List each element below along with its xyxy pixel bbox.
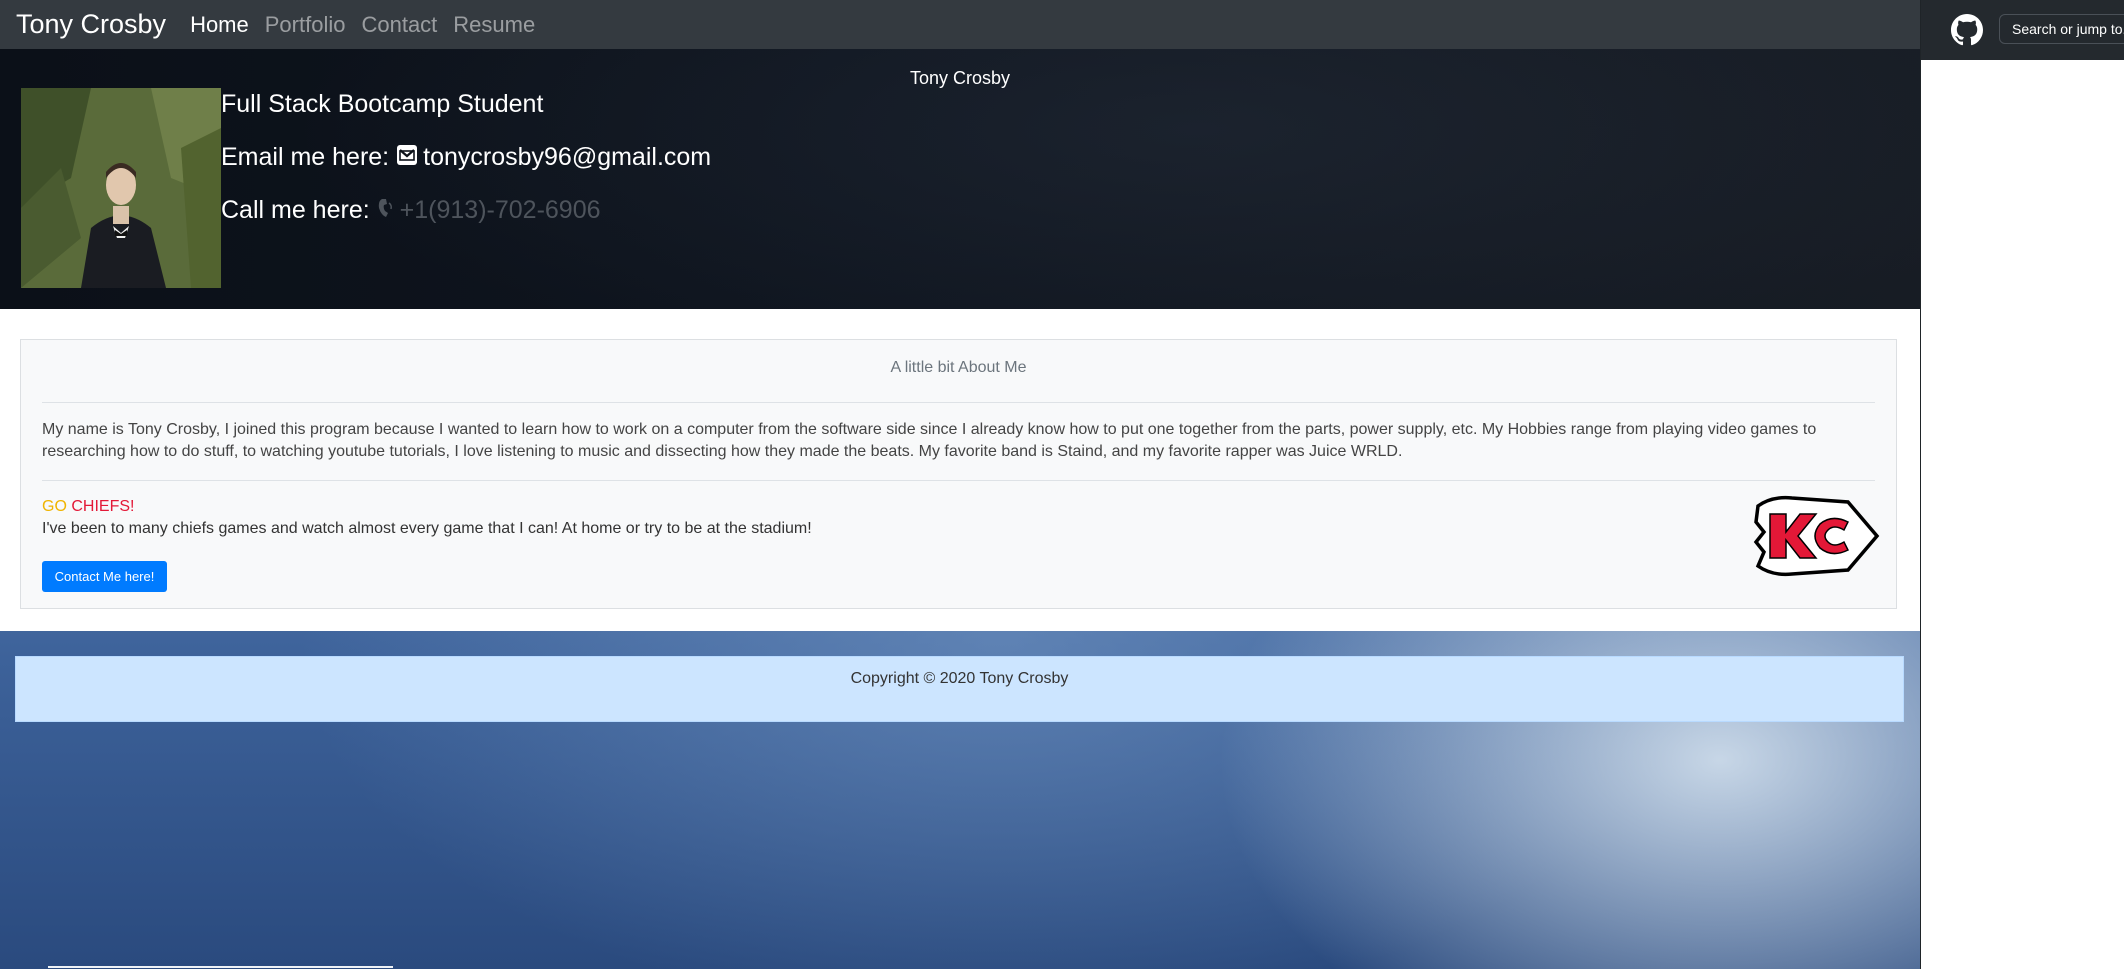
phone-line: Call me here: +1(913)-702-6906 <box>221 195 711 225</box>
brand-link[interactable]: Tony Crosby <box>16 9 166 40</box>
copyright-text: Copyright © 2020 Tony Crosby <box>850 670 1069 687</box>
phone-prefix: Call me here: <box>221 196 370 224</box>
page-background: Tony Crosby Home Portfolio Contact Resum… <box>0 0 1920 969</box>
email-link[interactable]: tonycrosby96@gmail.com <box>423 142 711 172</box>
nav-link-resume[interactable]: Resume <box>453 12 535 38</box>
contact-info: Full Stack Bootcamp Student Email me her… <box>221 89 711 225</box>
about-paragraph: My name is Tony Crosby, I joined this pr… <box>42 421 1817 460</box>
footer: Copyright © 2020 Tony Crosby <box>15 656 1904 722</box>
jumbotron: Tony Crosby Full Stack Bootcamp Student <box>0 49 1920 309</box>
phone-link[interactable]: +1(913)-702-6906 <box>400 195 601 225</box>
chiefs-text: CHIEFS! <box>71 498 135 515</box>
github-icon[interactable] <box>1951 14 1983 51</box>
nav-link-portfolio[interactable]: Portfolio <box>265 12 346 38</box>
divider <box>42 402 1875 403</box>
role-text: Full Stack Bootcamp Student <box>221 90 544 118</box>
jumbotron-name: Tony Crosby <box>909 68 1011 88</box>
github-header: Search or jump to... <box>1921 0 2124 60</box>
envelope-icon <box>397 142 418 172</box>
scroll-indicator <box>48 966 393 968</box>
chiefs-logo <box>1752 494 1880 583</box>
github-panel: Search or jump to... <box>1921 0 2124 969</box>
github-search-input[interactable]: Search or jump to... <box>1999 14 2124 44</box>
role-heading: Full Stack Bootcamp Student <box>221 89 711 119</box>
email-prefix: Email me here: <box>221 143 390 171</box>
games-paragraph: I've been to many chiefs games and watch… <box>42 520 812 537</box>
about-title: A little bit About Me <box>890 359 1027 376</box>
phone-icon <box>378 195 394 225</box>
go-text: GO <box>42 498 67 515</box>
nav-link-home[interactable]: Home <box>190 12 249 38</box>
nav-link-contact[interactable]: Contact <box>361 12 437 38</box>
profile-photo <box>21 88 221 288</box>
contact-me-button[interactable]: Contact Me here! <box>42 561 167 592</box>
email-line: Email me here: tonycrosby96@gmail.com <box>221 142 711 172</box>
navbar: Tony Crosby Home Portfolio Contact Resum… <box>0 0 1920 49</box>
go-chiefs-heading: GO CHIEFS! <box>42 498 134 516</box>
about-card: A little bit About Me My name is Tony Cr… <box>20 339 1897 609</box>
main-content: A little bit About Me My name is Tony Cr… <box>0 309 1920 631</box>
divider <box>42 480 1875 481</box>
